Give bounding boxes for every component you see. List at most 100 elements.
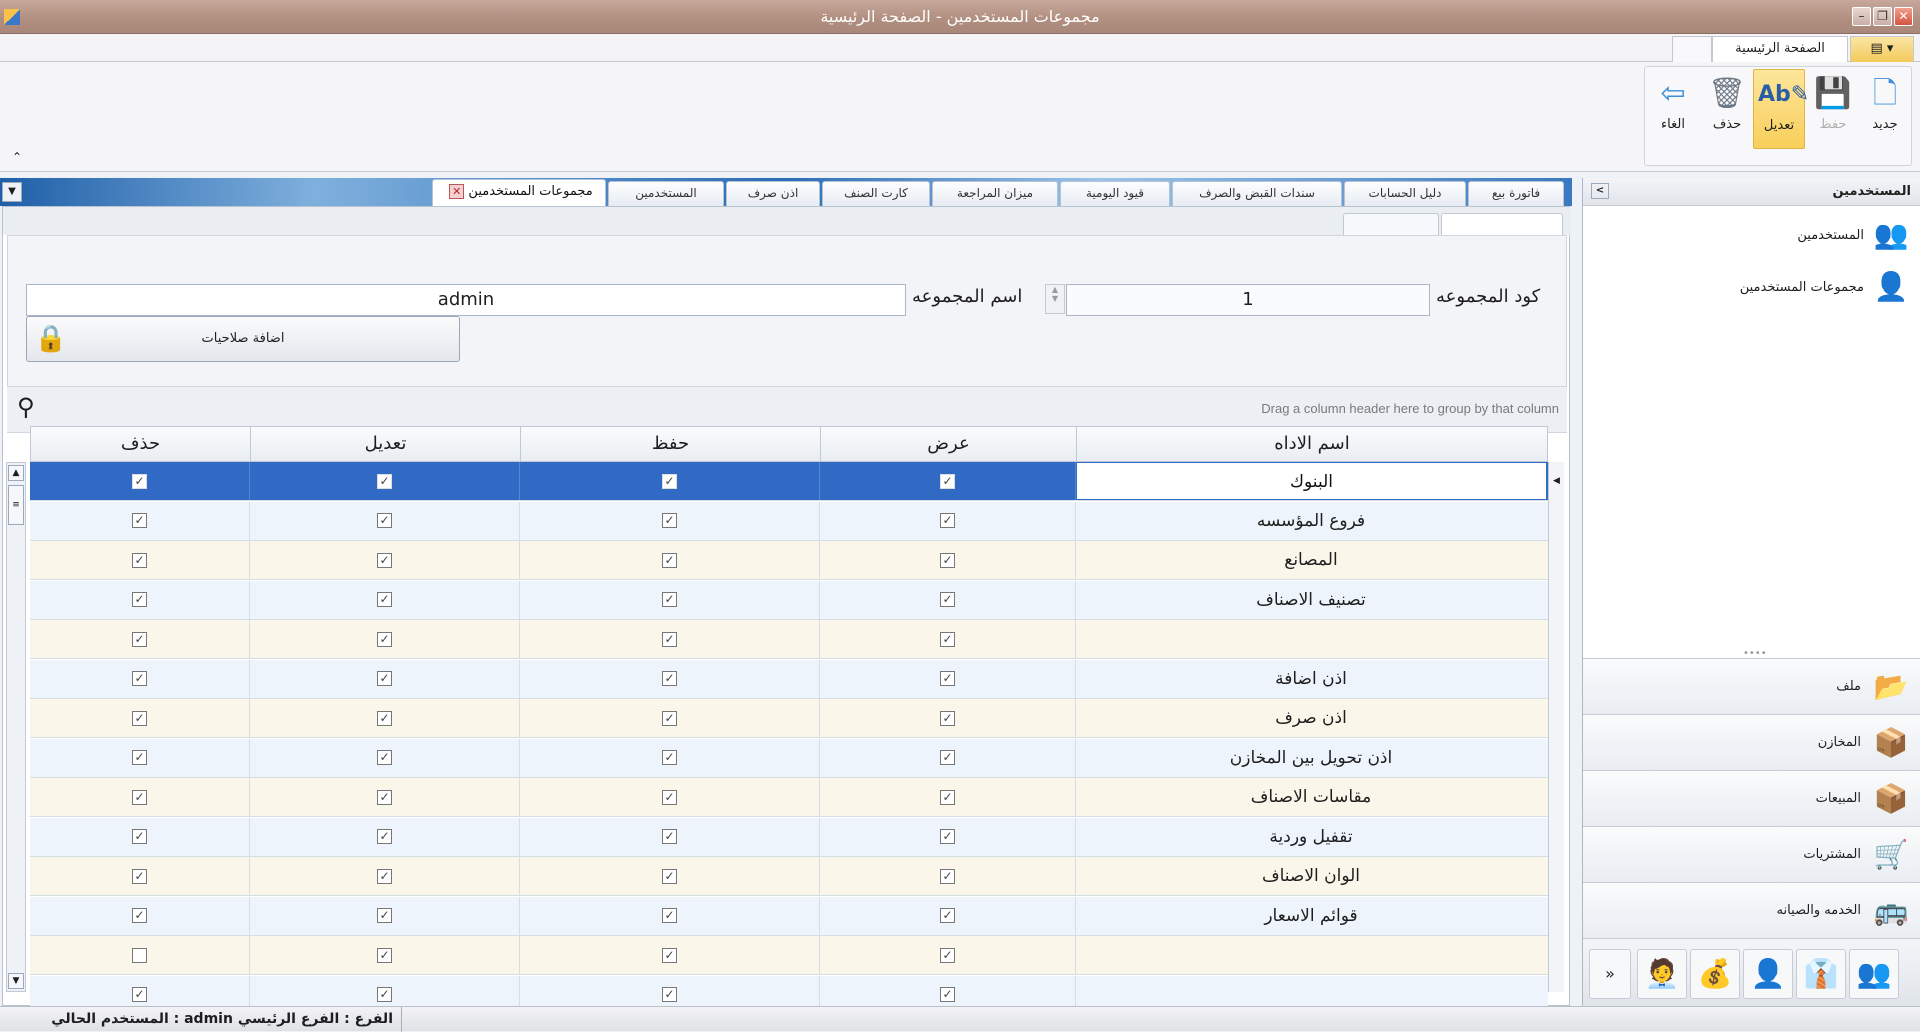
- table-row[interactable]: ✓ ✓ ✓ ✓ اذن اضافة: [30, 659, 1548, 699]
- table-row[interactable]: ✓ ✓ ✓ ✓ اذن صرف: [30, 699, 1548, 738]
- tab-item-card[interactable]: كارت الصنف: [822, 181, 930, 206]
- group-name-field[interactable]: admin: [26, 284, 906, 316]
- nav-section-service[interactable]: الخدمه والصيانه 🚌: [1583, 882, 1920, 938]
- nav-section-warehouses[interactable]: المخازن 📦: [1583, 714, 1920, 770]
- view-checkbox[interactable]: ✓: [940, 631, 955, 647]
- edit-checkbox[interactable]: ✓: [377, 789, 392, 805]
- delete-checkbox[interactable]: ✓: [132, 631, 147, 647]
- save-checkbox[interactable]: ✓: [662, 750, 677, 765]
- save-checkbox[interactable]: ✓: [662, 868, 677, 884]
- cell-tool-name[interactable]: قوائم الاسعار: [1076, 897, 1546, 935]
- save-checkbox[interactable]: ✓: [662, 789, 677, 805]
- cell-tool-name[interactable]: اذن اضافة: [1076, 660, 1546, 698]
- view-checkbox[interactable]: ✓: [940, 552, 955, 568]
- cell-tool-name[interactable]: [1076, 620, 1546, 658]
- cancel-button[interactable]: ⇦ الغاء: [1647, 69, 1699, 149]
- tab-sales-invoice[interactable]: فاتورة بيع: [1468, 181, 1564, 206]
- tab-users[interactable]: المستخدمين: [608, 181, 724, 206]
- blank-tab[interactable]: [1672, 36, 1712, 62]
- save-checkbox[interactable]: ✓: [662, 473, 677, 489]
- edit-checkbox[interactable]: ✓: [377, 513, 392, 528]
- tab-home[interactable]: الصفحة الرئيسية: [1712, 36, 1848, 62]
- view-checkbox[interactable]: ✓: [940, 513, 955, 528]
- scroll-up-icon[interactable]: ▲: [8, 465, 24, 481]
- tab-list-dropdown-icon[interactable]: ▼: [2, 182, 22, 202]
- save-checkbox[interactable]: ✓: [662, 631, 677, 647]
- table-row[interactable]: ✓ ✓ ✓ ✓ البنوك: [30, 462, 1548, 501]
- edit-checkbox[interactable]: ✓: [377, 473, 392, 489]
- save-checkbox[interactable]: ✓: [662, 829, 677, 844]
- view-checkbox[interactable]: ✓: [940, 908, 955, 923]
- edit-checkbox[interactable]: ✓: [377, 868, 392, 884]
- save-checkbox[interactable]: ✓: [662, 908, 677, 923]
- search-icon[interactable]: ⚲: [17, 393, 43, 421]
- delete-checkbox[interactable]: ✓: [132, 592, 147, 607]
- column-header-view[interactable]: عرض: [821, 427, 1077, 461]
- delete-checkbox[interactable]: ✓: [132, 710, 147, 726]
- delete-checkbox[interactable]: ✓: [132, 473, 147, 489]
- sub-tab-2[interactable]: [1343, 213, 1439, 235]
- nav-item-user-groups[interactable]: مجموعات المستخدمين 👤: [1740, 264, 1910, 310]
- minimize-button[interactable]: –: [1852, 7, 1871, 26]
- quick-access-menu[interactable]: ▤ ▾: [1850, 36, 1914, 62]
- tab-chart-of-accounts[interactable]: دليل الحسابات: [1344, 181, 1466, 206]
- nav-item-users[interactable]: المستخدمين 👥: [1797, 212, 1910, 258]
- tab-journal-entries[interactable]: قيود اليومية: [1060, 181, 1170, 206]
- cell-tool-name[interactable]: تصنيف الاصناف: [1076, 581, 1546, 619]
- edit-checkbox[interactable]: ✓: [377, 947, 392, 963]
- table-row[interactable]: ✓ ✓ ✓ ✓: [30, 620, 1548, 659]
- column-header-edit[interactable]: تعديل: [251, 427, 521, 461]
- delete-checkbox[interactable]: ✓: [132, 987, 147, 1002]
- user-icon[interactable]: 👤: [1743, 949, 1793, 999]
- view-checkbox[interactable]: ✓: [940, 829, 955, 844]
- delete-checkbox[interactable]: ✓: [132, 671, 147, 686]
- group-code-field[interactable]: 1: [1066, 284, 1430, 316]
- save-checkbox[interactable]: ✓: [662, 592, 677, 607]
- tab-issue-order[interactable]: اذن صرف: [726, 181, 820, 206]
- save-checkbox[interactable]: ✓: [662, 513, 677, 528]
- cell-tool-name[interactable]: تقفيل وردية: [1076, 818, 1546, 856]
- delete-checkbox[interactable]: ✓: [132, 789, 147, 805]
- nav-section-file[interactable]: ملف 📂: [1583, 658, 1920, 714]
- view-checkbox[interactable]: ✓: [940, 473, 955, 489]
- view-checkbox[interactable]: ✓: [940, 750, 955, 765]
- delete-checkbox[interactable]: ✓: [132, 868, 147, 884]
- cell-tool-name[interactable]: اذن صرف: [1076, 699, 1546, 737]
- table-row[interactable]: ✓ ✓ ✓ ✓ الوان الاصناف: [30, 857, 1548, 896]
- delete-checkbox[interactable]: ✓: [132, 829, 147, 844]
- expand-chevron-icon[interactable]: »: [1589, 949, 1631, 999]
- add-permissions-button[interactable]: 🔒 اضافة صلاحيات: [26, 316, 460, 362]
- save-checkbox[interactable]: ✓: [662, 552, 677, 568]
- tab-receipts-payments[interactable]: سندات القبض والصرف: [1172, 181, 1342, 206]
- tab-user-groups[interactable]: ✕ مجموعات المستخدمين: [432, 179, 606, 206]
- save-button[interactable]: 💾 حفظ: [1807, 69, 1859, 149]
- view-checkbox[interactable]: ✓: [940, 789, 955, 805]
- table-row[interactable]: ✓ ✓ ✓ ✓ فروع المؤسسه: [30, 501, 1548, 541]
- edit-checkbox[interactable]: ✓: [377, 829, 392, 844]
- collapse-pane-icon[interactable]: <: [1591, 183, 1609, 199]
- edit-button[interactable]: Ab✎ تعديل: [1753, 69, 1809, 149]
- users-group-icon[interactable]: 👥: [1849, 949, 1899, 999]
- cell-tool-name[interactable]: البنوك: [1076, 462, 1546, 500]
- save-checkbox[interactable]: ✓: [662, 710, 677, 726]
- view-checkbox[interactable]: ✓: [940, 868, 955, 884]
- edit-checkbox[interactable]: ✓: [377, 710, 392, 726]
- view-checkbox[interactable]: ✓: [940, 671, 955, 686]
- column-header-tool-name[interactable]: اسم الاداه: [1077, 427, 1547, 461]
- delete-checkbox[interactable]: [132, 947, 147, 963]
- delete-checkbox[interactable]: ✓: [132, 552, 147, 568]
- cell-tool-name[interactable]: [1076, 936, 1546, 974]
- edit-checkbox[interactable]: ✓: [377, 908, 392, 923]
- edit-checkbox[interactable]: ✓: [377, 671, 392, 686]
- sub-tab-1[interactable]: [1441, 213, 1563, 235]
- table-row[interactable]: ✓ ✓ ✓ ✓ تصنيف الاصناف: [30, 580, 1548, 620]
- scroll-down-icon[interactable]: ▼: [8, 973, 24, 989]
- column-header-save[interactable]: حفظ: [521, 427, 821, 461]
- table-row[interactable]: ✓ ✓ ✓ ✓ قوائم الاسعار: [30, 896, 1548, 936]
- save-checkbox[interactable]: ✓: [662, 671, 677, 686]
- table-row[interactable]: ✓ ✓ ✓ ✓ مقاسات الاصناف: [30, 778, 1548, 817]
- close-tab-icon[interactable]: ✕: [449, 184, 465, 199]
- vertical-scrollbar[interactable]: ▲ ≡ ▼: [6, 462, 26, 992]
- collapse-ribbon-icon[interactable]: ⌃: [12, 150, 22, 164]
- cell-tool-name[interactable]: مقاسات الاصناف: [1076, 778, 1546, 816]
